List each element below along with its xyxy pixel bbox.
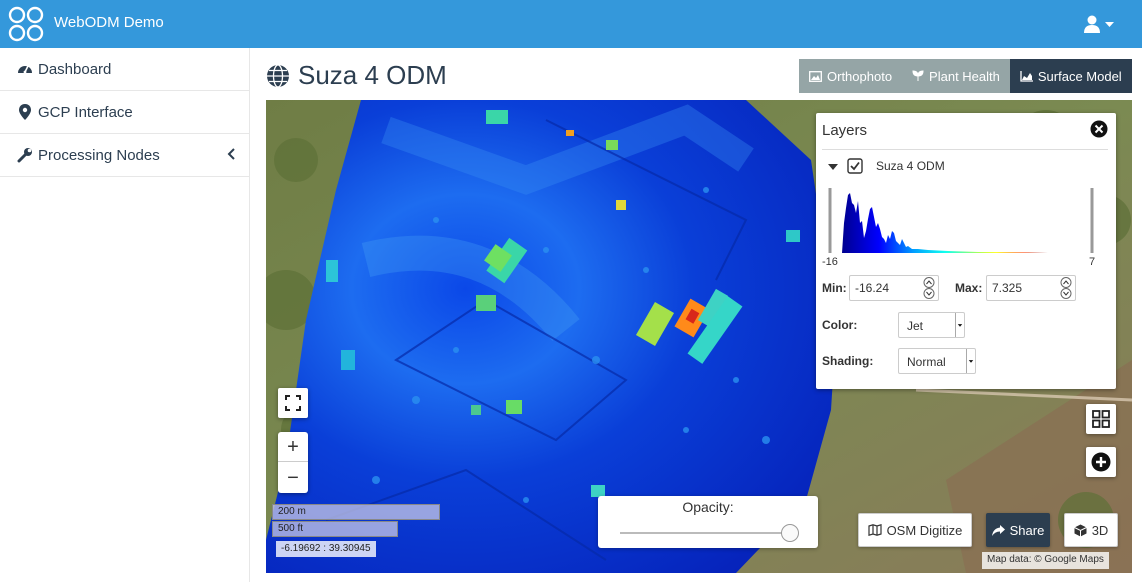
tab-orthophoto[interactable]: Orthophoto: [799, 59, 903, 93]
min-label: Min:: [822, 281, 847, 295]
shading-select-value: Normal: [907, 355, 946, 369]
osm-digitize-button[interactable]: OSM Digitize: [858, 513, 972, 547]
dropdown-arrow-icon: [966, 349, 974, 373]
shading-select[interactable]: Normal: [898, 348, 976, 374]
page-title: Suza 4 ODM: [298, 60, 447, 90]
image-icon: [809, 70, 822, 82]
globe-icon: [267, 64, 289, 88]
color-label: Color:: [822, 318, 858, 332]
color-select[interactable]: Jet: [898, 312, 965, 338]
plus-circle-icon: [1091, 452, 1111, 472]
sidebar-item-processing-nodes[interactable]: Processing Nodes: [0, 134, 249, 177]
share-label: Share: [1009, 522, 1045, 538]
zoom-in-button[interactable]: +: [278, 432, 308, 462]
map-marker-icon: [19, 104, 31, 120]
close-icon[interactable]: [1090, 120, 1108, 138]
sidebar-item-label: Processing Nodes: [38, 147, 160, 164]
min-stepper-icon[interactable]: [923, 277, 935, 299]
add-layer-button[interactable]: [1086, 447, 1116, 477]
layers-panel: Layers Suza 4 ODM -16 7 Min: -16.24 Max:…: [816, 113, 1116, 389]
layers-title: Layers: [822, 122, 868, 139]
opacity-control: Opacity:: [598, 496, 818, 548]
scale-bar-metric: 200 m: [272, 504, 440, 520]
color-select-value: Jet: [907, 319, 924, 333]
zoom-control: + −: [278, 432, 308, 493]
view-3d-button[interactable]: 3D: [1064, 513, 1118, 547]
area-chart-icon: [1020, 70, 1033, 82]
sidebar-item-label: GCP Interface: [38, 104, 133, 121]
view-3d-label: 3D: [1091, 522, 1109, 538]
share-icon: [991, 524, 1005, 536]
fullscreen-icon: [285, 395, 301, 411]
chevron-left-icon[interactable]: [226, 148, 236, 160]
fullscreen-button[interactable]: [278, 388, 308, 418]
histogram-max-label: 7: [1089, 256, 1096, 268]
user-menu-button[interactable]: [1084, 14, 1116, 34]
sidebar-item-dashboard[interactable]: Dashboard: [0, 48, 249, 91]
elevation-histogram: [828, 188, 1094, 253]
max-stepper-icon[interactable]: [1060, 277, 1072, 299]
layers-toggle-button[interactable]: [1086, 404, 1116, 434]
wrench-icon: [17, 148, 32, 163]
coordinates-readout: -6.19692 : 39.30945: [276, 541, 376, 557]
scale-bar-imperial: 500 ft: [272, 521, 398, 537]
histogram-min-label: -16: [822, 256, 838, 268]
divider: [822, 149, 1108, 150]
tab-plant-health[interactable]: Plant Health: [902, 59, 1010, 93]
dashboard-icon: [18, 65, 32, 74]
map-icon: [867, 524, 882, 536]
osm-digitize-label: OSM Digitize: [886, 522, 963, 538]
sidebar-item-gcp-interface[interactable]: GCP Interface: [0, 91, 249, 134]
layer-visibility-checkbox[interactable]: [847, 158, 863, 174]
sidebar: Dashboard GCP Interface Processing Nodes: [0, 48, 250, 582]
cube-icon: [1073, 524, 1087, 536]
webodm-logo-icon[interactable]: [8, 6, 44, 42]
tab-label: Orthophoto: [827, 68, 893, 84]
share-button[interactable]: Share: [986, 513, 1050, 547]
zoom-out-button[interactable]: −: [278, 463, 308, 493]
max-label: Max:: [955, 281, 983, 295]
leaf-icon: [912, 70, 924, 81]
opacity-slider-handle[interactable]: [781, 524, 799, 542]
map-attribution: Map data: © Google Maps: [982, 552, 1109, 569]
opacity-label: Opacity:: [682, 499, 734, 515]
top-navbar: WebODM Demo: [0, 0, 1142, 48]
brand-title[interactable]: WebODM Demo: [54, 14, 164, 31]
map-type-tabs: Orthophoto Plant Health Surface Model: [799, 59, 1132, 93]
opacity-slider-track[interactable]: [620, 532, 790, 534]
sidebar-item-label: Dashboard: [38, 61, 112, 78]
tab-label: Surface Model: [1037, 68, 1122, 84]
grid-icon: [1092, 410, 1110, 428]
tab-label: Plant Health: [929, 68, 1000, 84]
caret-down-icon[interactable]: [828, 162, 838, 172]
dropdown-arrow-icon: [955, 313, 963, 337]
shading-label: Shading:: [822, 354, 874, 368]
layer-name: Suza 4 ODM: [876, 159, 945, 173]
tab-surface-model[interactable]: Surface Model: [1009, 59, 1132, 93]
user-icon: [1084, 15, 1114, 33]
